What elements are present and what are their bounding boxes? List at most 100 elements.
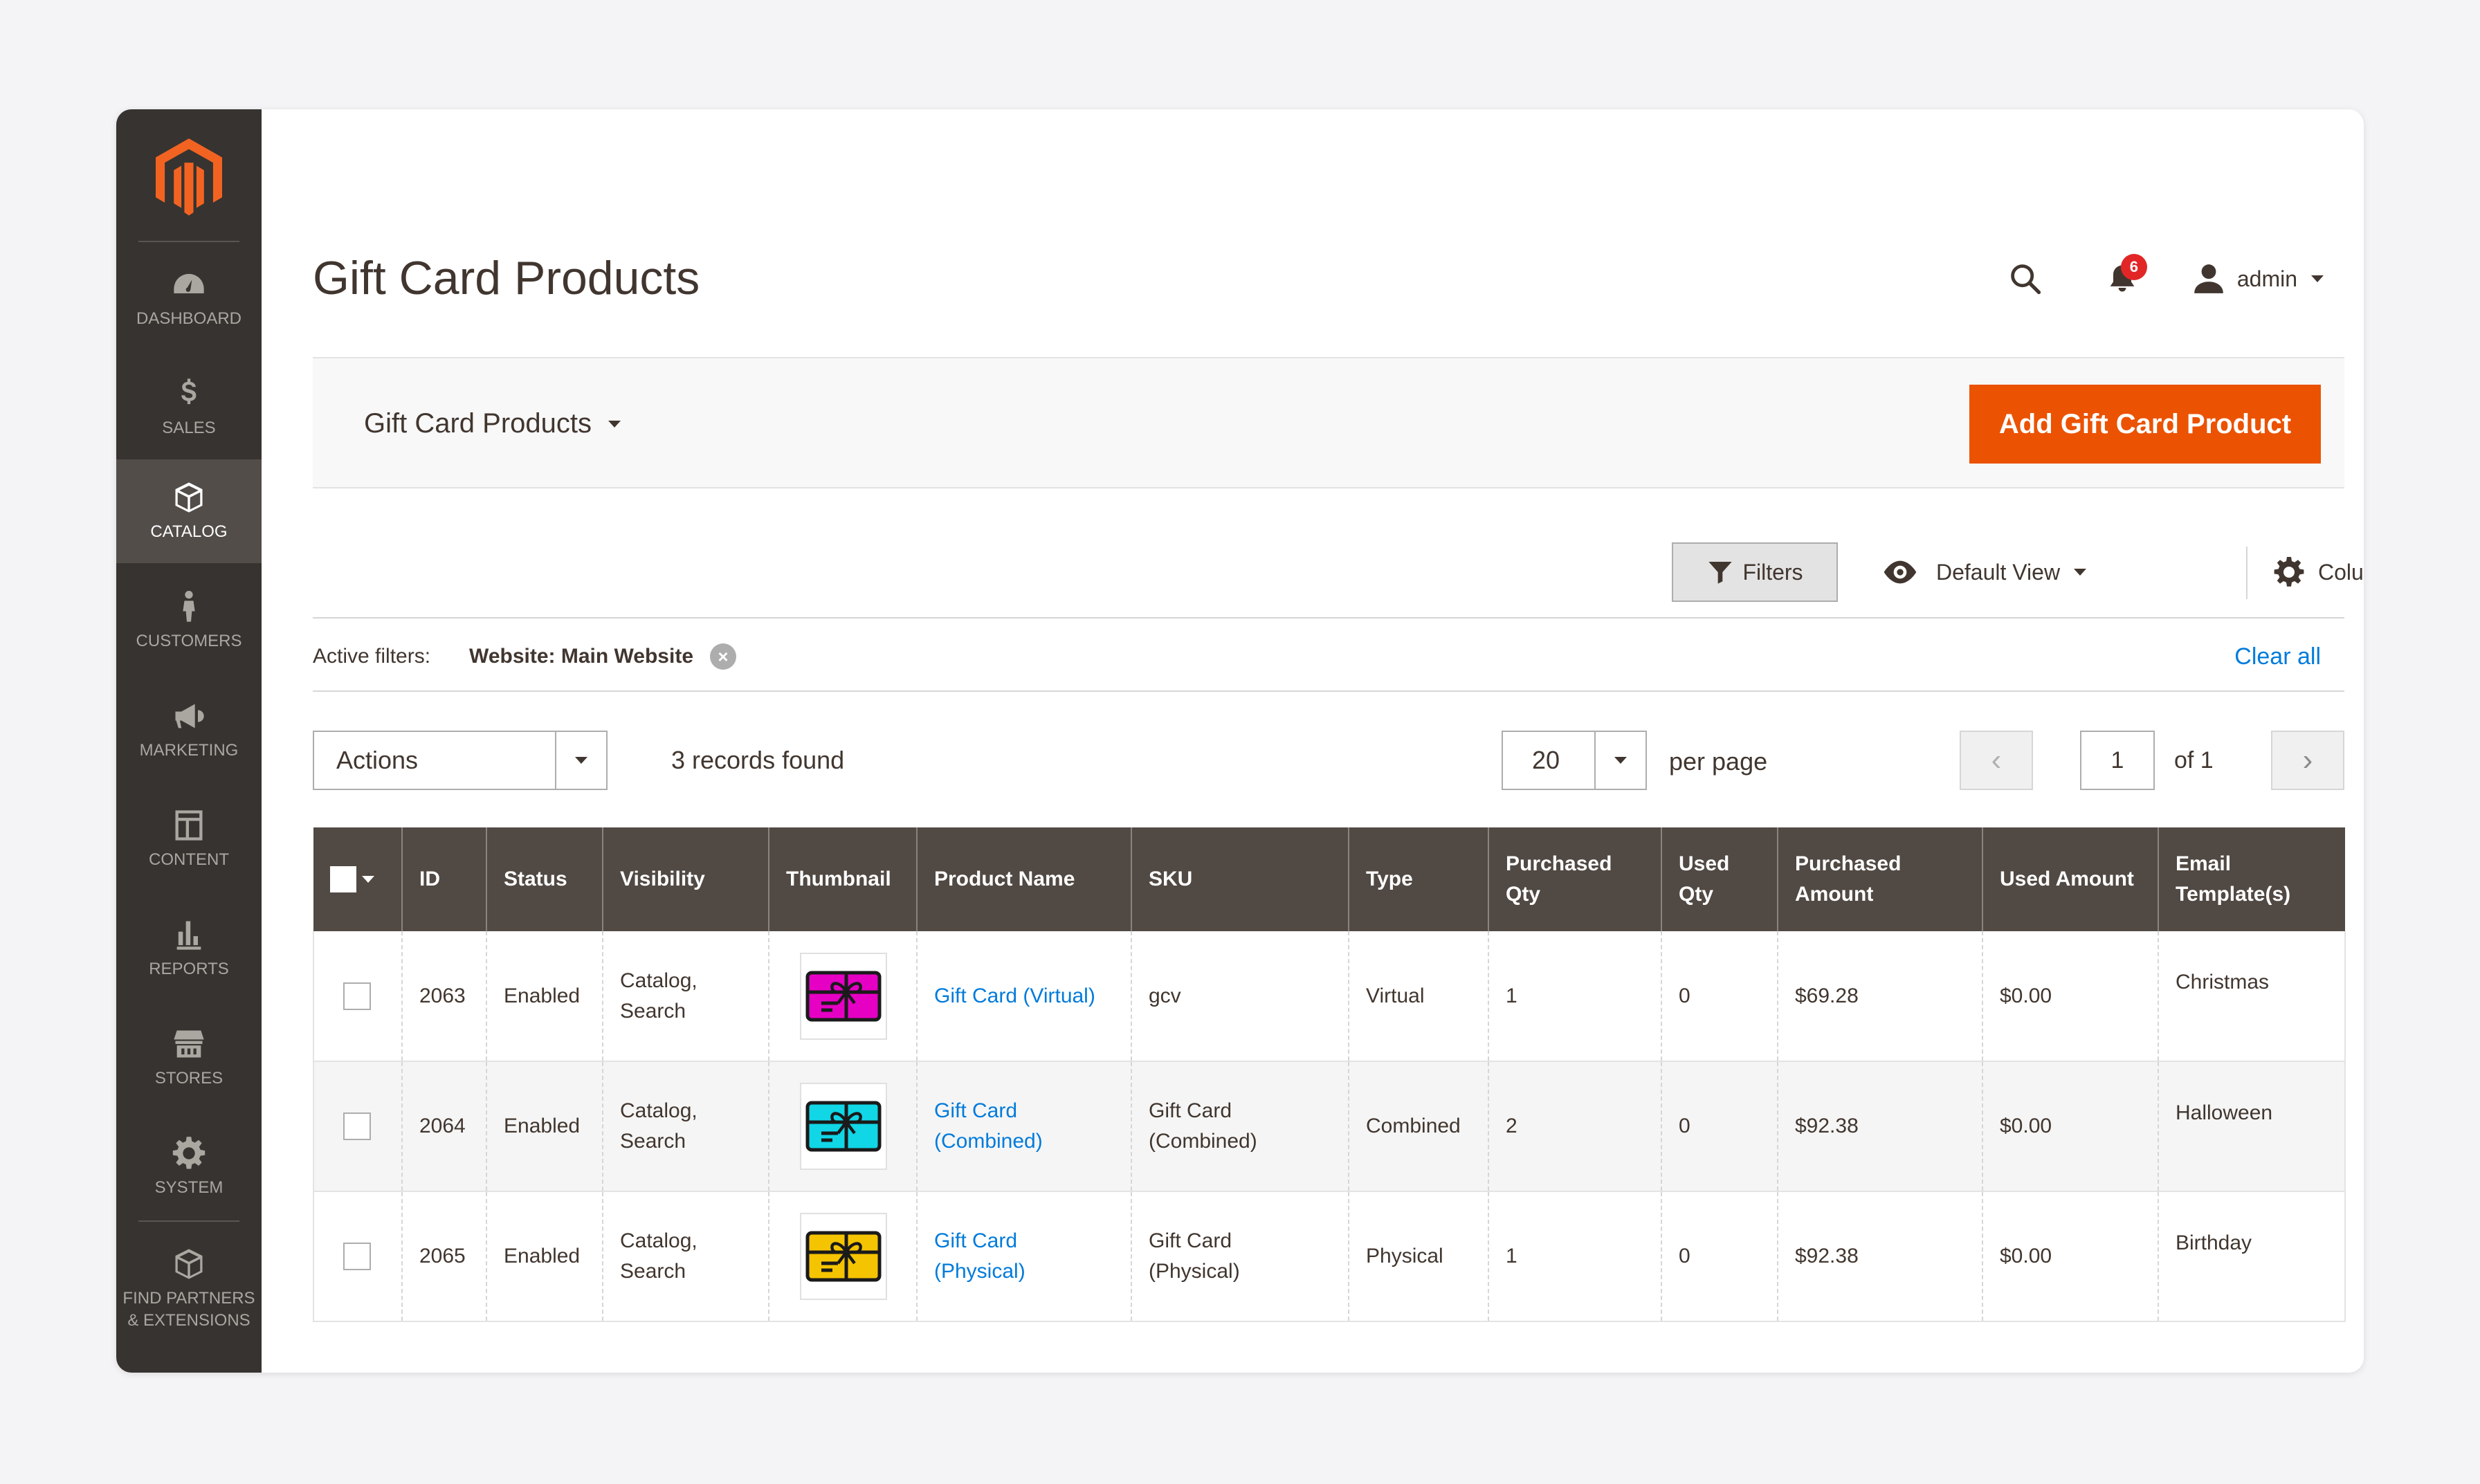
current-page-input[interactable]: 1 bbox=[2080, 731, 2155, 790]
column-header-used-amount[interactable]: Used Amount bbox=[1982, 827, 2158, 931]
sidebar-item-dashboard[interactable]: DASHBOARD bbox=[116, 246, 262, 350]
cell-purchased-amount: $69.28 bbox=[1777, 931, 1982, 1062]
cell-type: Combined bbox=[1348, 1061, 1488, 1192]
main-content: Gift Card Products 6 admin Gift Card Pro… bbox=[313, 109, 2364, 1373]
sidebar-item-marketing[interactable]: MARKETING bbox=[116, 678, 262, 782]
row-checkbox[interactable] bbox=[343, 982, 371, 1010]
sidebar-item-partners[interactable]: FIND PARTNERS & EXTENSIONS bbox=[116, 1230, 262, 1348]
cell-purchased-amount: $92.38 bbox=[1777, 1191, 1982, 1322]
product-thumbnail[interactable] bbox=[800, 1083, 887, 1170]
admin-user-menu[interactable]: admin bbox=[2191, 262, 2324, 296]
view-selector[interactable]: Default View bbox=[1881, 555, 2087, 589]
row-select-cell bbox=[313, 1061, 402, 1192]
column-header-status[interactable]: Status bbox=[486, 827, 603, 931]
product-name-link[interactable]: Gift Card (Virtual) bbox=[934, 984, 1095, 1007]
eye-icon bbox=[1884, 560, 1917, 584]
global-search-button[interactable] bbox=[2005, 258, 2046, 300]
sidebar-item-system[interactable]: SYSTEM bbox=[116, 1115, 262, 1219]
columns-selector[interactable]: Columns bbox=[2272, 555, 2364, 589]
product-thumbnail[interactable] bbox=[800, 952, 887, 1040]
column-header-purchased-amount[interactable]: Purchased Amount bbox=[1777, 827, 1982, 931]
sidebar-item-reports[interactable]: REPORTS bbox=[116, 897, 262, 1000]
sidebar-item-label: SYSTEM bbox=[154, 1178, 224, 1197]
total-pages-label: of 1 bbox=[2174, 747, 2214, 773]
row-checkbox[interactable] bbox=[343, 1243, 371, 1270]
mass-actions-toggle[interactable] bbox=[555, 732, 606, 789]
product-name-link[interactable]: Gift Card (Physical) bbox=[934, 1226, 1059, 1287]
cell-visibility: Catalog, Search bbox=[602, 1191, 769, 1322]
cell-purchased-qty: 1 bbox=[1488, 1191, 1661, 1322]
gift-card-icon bbox=[805, 1101, 882, 1152]
mass-actions-select[interactable]: Actions bbox=[313, 731, 608, 790]
cell-id: 2063 bbox=[401, 931, 486, 1062]
sidebar-item-stores[interactable]: STORES bbox=[116, 1006, 262, 1110]
cell-purchased-amount: $92.38 bbox=[1777, 1061, 1982, 1192]
gift-card-icon bbox=[805, 1231, 882, 1282]
notifications-button[interactable]: 6 bbox=[2101, 254, 2147, 300]
select-all-header[interactable] bbox=[313, 827, 402, 931]
column-header-email-templates[interactable]: Email Template(s) bbox=[2158, 827, 2345, 931]
grid-controls: Actions 3 records found 20 per page ‹ 1 … bbox=[313, 731, 2344, 790]
records-found: 3 records found bbox=[671, 746, 845, 774]
magento-logo-icon[interactable] bbox=[151, 137, 227, 220]
product-thumbnail[interactable] bbox=[800, 1213, 887, 1300]
row-checkbox[interactable] bbox=[343, 1112, 371, 1140]
chevron-left-icon: ‹ bbox=[1991, 743, 2002, 777]
previous-page-button[interactable]: ‹ bbox=[1960, 731, 2033, 790]
column-header-purchased-qty[interactable]: Purchased Qty bbox=[1488, 827, 1661, 931]
view-label: Default View bbox=[1936, 559, 2061, 585]
sidebar-item-content[interactable]: CONTENT bbox=[116, 787, 262, 891]
column-header-used-qty[interactable]: Used Qty bbox=[1661, 827, 1778, 931]
cube-icon bbox=[175, 482, 203, 513]
sidebar-item-customers[interactable]: CUSTOMERS bbox=[116, 569, 262, 672]
sidebar-item-label: DASHBOARD bbox=[136, 309, 242, 328]
cell-thumbnail bbox=[768, 1061, 917, 1192]
toolbar-divider bbox=[2246, 547, 2248, 599]
filters-button[interactable]: Filters bbox=[1672, 542, 1838, 602]
gift-card-products-grid: ID Status Visibility Thumbnail Product N… bbox=[313, 827, 2346, 1322]
page-actions-bar: Gift Card Products Add Gift Card Product bbox=[313, 357, 2344, 488]
sidebar-item-label: REPORTS bbox=[149, 960, 229, 978]
notification-count-badge: 6 bbox=[2120, 254, 2147, 280]
columns-label: Columns bbox=[2318, 559, 2364, 585]
column-header-id[interactable]: ID bbox=[401, 827, 486, 931]
chevron-right-icon: › bbox=[2302, 743, 2313, 777]
gear-icon bbox=[2274, 557, 2304, 587]
column-header-type[interactable]: Type bbox=[1348, 827, 1488, 931]
next-page-button[interactable]: › bbox=[2271, 731, 2344, 790]
dashboard-icon bbox=[174, 273, 204, 293]
chevron-down-icon bbox=[2074, 569, 2087, 576]
cell-used-qty: 0 bbox=[1661, 1061, 1778, 1192]
mass-select-checkbox[interactable] bbox=[330, 864, 380, 895]
per-page-label: per page bbox=[1669, 747, 1768, 776]
cell-product-name: Gift Card (Combined) bbox=[916, 1061, 1131, 1192]
scope-switcher[interactable]: Gift Card Products bbox=[364, 408, 621, 439]
table-row: 2064 Enabled Catalog, Search Gift Card (… bbox=[313, 1061, 2346, 1192]
checkbox[interactable] bbox=[330, 866, 356, 892]
sidebar-item-sales[interactable]: SALES bbox=[116, 356, 262, 459]
cell-id: 2065 bbox=[401, 1191, 486, 1322]
mass-actions-label: Actions bbox=[336, 746, 419, 774]
column-header-product-name[interactable]: Product Name bbox=[916, 827, 1131, 931]
clear-all-filters-link[interactable]: Clear all bbox=[2234, 643, 2321, 670]
add-gift-card-product-button[interactable]: Add Gift Card Product bbox=[1969, 385, 2321, 464]
cell-email-template: Birthday bbox=[2158, 1191, 2346, 1322]
page-title: Gift Card Products bbox=[313, 252, 700, 304]
admin-sidebar: DASHBOARD SALES CATALOG CUSTOMERS MARKET… bbox=[116, 109, 262, 1373]
cell-visibility: Catalog, Search bbox=[602, 931, 769, 1062]
filters-label: Filters bbox=[1742, 559, 1803, 585]
product-name-link[interactable]: Gift Card (Combined) bbox=[934, 1096, 1059, 1157]
per-page-toggle[interactable] bbox=[1594, 732, 1645, 789]
chevron-down-icon bbox=[1614, 757, 1627, 764]
sidebar-item-catalog[interactable]: CATALOG bbox=[116, 459, 262, 563]
table-row: 2063 Enabled Catalog, Search Gift Card (… bbox=[313, 931, 2346, 1062]
per-page-select[interactable]: 20 bbox=[1502, 731, 1647, 790]
user-icon bbox=[2194, 264, 2223, 293]
layout-icon bbox=[175, 810, 203, 841]
store-icon bbox=[174, 1030, 204, 1058]
sidebar-item-label: FIND PARTNERS & EXTENSIONS bbox=[122, 1289, 255, 1330]
sku-text: Gift Card (Combined) bbox=[1149, 1099, 1257, 1153]
column-header-sku[interactable]: SKU bbox=[1131, 827, 1349, 931]
remove-filter-icon[interactable]: × bbox=[710, 643, 736, 670]
column-header-visibility[interactable]: Visibility bbox=[602, 827, 769, 931]
